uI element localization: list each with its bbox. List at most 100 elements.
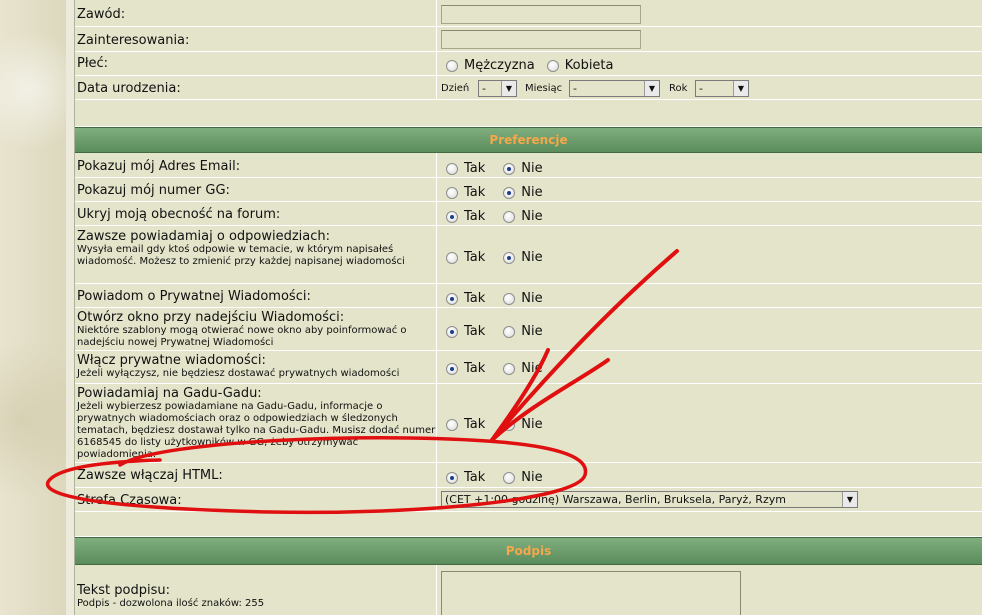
chevron-down-icon: ▼: [644, 81, 659, 96]
plec-mezczyzna-radio[interactable]: [446, 59, 458, 72]
row-plec: Płeć: Mężczyzna Kobieta: [75, 52, 982, 76]
row-zainteresowania: Zainteresowania:: [75, 27, 982, 52]
strefa-czasowa-select[interactable]: (CET +1:00 godzinę) Warszawa, Berlin, Br…: [441, 491, 858, 508]
pref-label: Ukryj moją obecność na forum:: [77, 207, 281, 222]
chevron-down-icon: ▼: [842, 492, 857, 507]
data-urodzenia-label: Data urodzenia:: [77, 81, 181, 96]
pref-row: Zawsze włączaj HTML: Tak Nie: [75, 463, 982, 488]
strefa-value: (CET +1:00 godzinę) Warszawa, Berlin, Br…: [445, 493, 786, 506]
pref-row: Otwórz okno przy nadejściu Wiadomości: Ni…: [75, 308, 982, 351]
strefa-label: Strefa Czasowa:: [77, 493, 182, 508]
pref-label: Pokazuj mój numer GG:: [77, 183, 230, 198]
radio-tak[interactable]: [446, 292, 458, 305]
pref-radio-group: Tak Nie: [446, 161, 561, 176]
pref-label: Zawsze włączaj HTML:: [77, 468, 223, 483]
pref-radio-group: Tak Nie: [446, 417, 561, 432]
radio-nie-label: Nie: [521, 291, 543, 306]
radio-nie-label: Nie: [521, 209, 543, 224]
radio-tak-label: Tak: [464, 361, 486, 376]
radio-nie[interactable]: [503, 362, 516, 375]
radio-tak-label: Tak: [464, 161, 486, 176]
profile-form: Zawód: Zainteresowania: Płeć: Mężczyzna …: [75, 0, 982, 615]
radio-tak[interactable]: [446, 186, 458, 199]
radio-tak[interactable]: [446, 251, 458, 264]
pref-radio-group: Tak Nie: [446, 361, 561, 376]
page-background-left: [0, 0, 66, 615]
rok-value: -: [699, 82, 703, 95]
plec-kobieta-radio[interactable]: [546, 59, 559, 72]
radio-tak[interactable]: [446, 362, 458, 375]
radio-nie[interactable]: [503, 292, 516, 305]
zawod-label: Zawód:: [77, 7, 126, 22]
radio-nie[interactable]: [503, 418, 516, 431]
pref-label: Pokazuj mój Adres Email:: [77, 159, 241, 174]
radio-nie-label: Nie: [521, 361, 543, 376]
radio-tak[interactable]: [446, 418, 458, 431]
radio-tak[interactable]: [446, 325, 458, 338]
radio-nie[interactable]: [503, 186, 516, 199]
pref-row: Pokazuj mój Adres Email: Tak Nie: [75, 153, 982, 178]
radio-nie[interactable]: [503, 325, 516, 338]
pref-radio-group: Tak Nie: [446, 291, 561, 306]
podpis-description: Podpis - dozwolona ilość znaków: 255: [77, 598, 265, 609]
radio-nie-label: Nie: [521, 470, 543, 485]
radio-nie[interactable]: [503, 471, 516, 484]
miesiac-label: Miesiąc: [525, 83, 563, 94]
podpis-textarea[interactable]: [441, 571, 741, 615]
pref-radio-group: Tak Nie: [446, 324, 561, 339]
pref-description: Jeżeli wybierzesz powiadamiane na Gadu-G…: [77, 401, 436, 460]
podpis-label: Tekst podpisu:: [77, 583, 170, 598]
radio-nie[interactable]: [503, 251, 516, 264]
spacer: [75, 101, 982, 127]
radio-nie-label: Nie: [521, 185, 543, 200]
radio-tak[interactable]: [446, 210, 458, 223]
pref-description: Niektóre szablony mogą otwierać nowe okn…: [77, 325, 407, 348]
row-data-urodzenia: Data urodzenia: Dzień - ▼ Miesiąc - ▼ Rok …: [75, 76, 982, 100]
rok-select[interactable]: - ▼: [695, 80, 749, 97]
row-strefa-czasowa: Strefa Czasowa: (CET +1:00 godzinę) Wars…: [75, 488, 982, 512]
page-border: [66, 0, 75, 615]
plec-mezczyzna-label: Mężczyzna: [464, 58, 535, 73]
miesiac-select[interactable]: - ▼: [569, 80, 660, 97]
chevron-down-icon: ▼: [733, 81, 748, 96]
radio-nie-label: Nie: [521, 250, 543, 265]
pref-radio-group: Tak Nie: [446, 250, 561, 265]
pref-description: Jeżeli wyłączysz, nie będziesz dostawać …: [77, 368, 400, 379]
radio-tak[interactable]: [446, 162, 458, 175]
row-zawod: Zawód:: [75, 0, 982, 27]
radio-tak[interactable]: [446, 471, 458, 484]
radio-nie-label: Nie: [521, 161, 543, 176]
pref-label: Włącz prywatne wiadomości:: [77, 353, 266, 368]
pref-label: Zawsze powiadamiaj o odpowiedziach:: [77, 229, 331, 244]
radio-nie[interactable]: [503, 210, 516, 223]
radio-nie[interactable]: [503, 162, 516, 175]
pref-radio-group: Tak Nie: [446, 185, 561, 200]
chevron-down-icon: ▼: [501, 81, 516, 96]
dzien-label: Dzień: [441, 83, 470, 94]
plec-radio-group: Mężczyzna Kobieta: [446, 58, 626, 73]
pref-row: Pokazuj mój numer GG: Tak Nie: [75, 178, 982, 202]
pref-row: Włącz prywatne wiadomości: Jeżeli wyłączy…: [75, 351, 982, 384]
dzien-select[interactable]: - ▼: [478, 80, 517, 97]
pref-label: Otwórz okno przy nadejściu Wiadomości:: [77, 310, 345, 325]
radio-tak-label: Tak: [464, 470, 486, 485]
pref-radio-group: Tak Nie: [446, 470, 561, 485]
zainteresowania-label: Zainteresowania:: [77, 33, 190, 48]
pref-label: Powiadom o Prywatnej Wiadomości:: [77, 289, 311, 304]
zainteresowania-input[interactable]: [441, 30, 641, 49]
pref-description: Wysyła email gdy ktoś odpowie w temacie,…: [77, 244, 405, 267]
dzien-value: -: [482, 82, 486, 95]
plec-label: Płeć:: [77, 56, 109, 71]
radio-nie-label: Nie: [521, 417, 543, 432]
spacer: [75, 512, 982, 537]
section-header-preferencje: Preferencje: [75, 127, 982, 153]
radio-tak-label: Tak: [464, 209, 486, 224]
radio-nie-label: Nie: [521, 324, 543, 339]
pref-row: Powiadamiaj na Gadu-Gadu: Jeżeli wybierze…: [75, 384, 982, 463]
pref-label: Powiadamiaj na Gadu-Gadu:: [77, 386, 262, 401]
row-podpis: Tekst podpisu: Podpis - dozwolona ilość …: [75, 565, 982, 615]
miesiac-value: -: [573, 82, 577, 95]
zawod-input[interactable]: [441, 5, 641, 24]
pref-row: Ukryj moją obecność na forum: Tak Nie: [75, 202, 982, 226]
plec-kobieta-label: Kobieta: [564, 58, 614, 73]
